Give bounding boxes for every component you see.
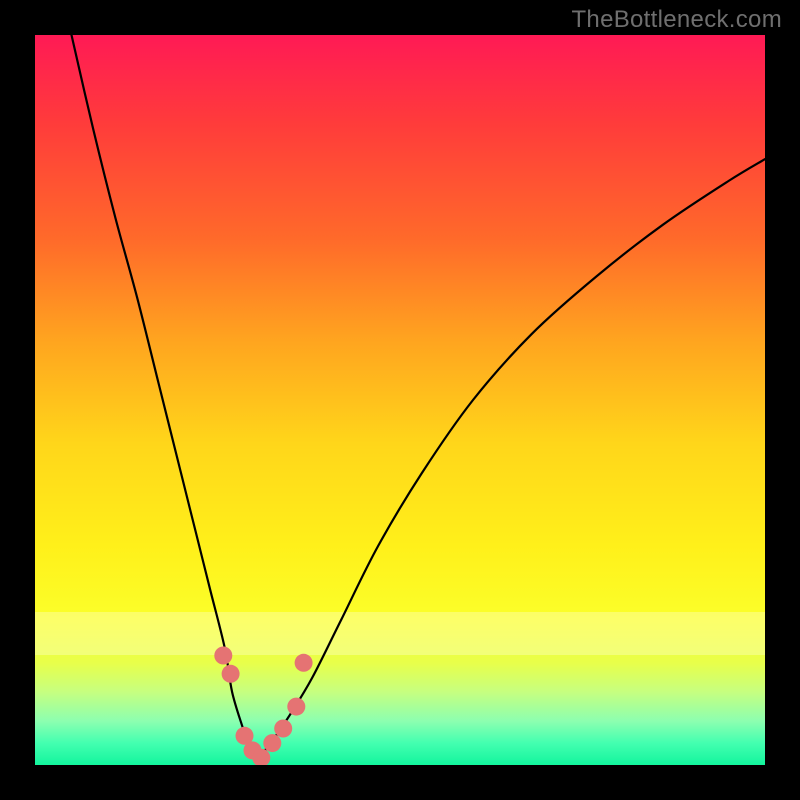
plot-area	[35, 35, 765, 765]
bottleneck-curve	[72, 35, 766, 758]
data-marker	[274, 720, 292, 738]
data-marker	[263, 734, 281, 752]
data-marker	[287, 698, 305, 716]
data-marker	[214, 647, 232, 665]
chart-frame: TheBottleneck.com	[0, 0, 800, 800]
watermark-text: TheBottleneck.com	[571, 6, 782, 34]
data-marker	[295, 654, 313, 672]
chart-svg	[35, 35, 765, 765]
data-marker	[222, 665, 240, 683]
marker-group	[214, 647, 312, 766]
